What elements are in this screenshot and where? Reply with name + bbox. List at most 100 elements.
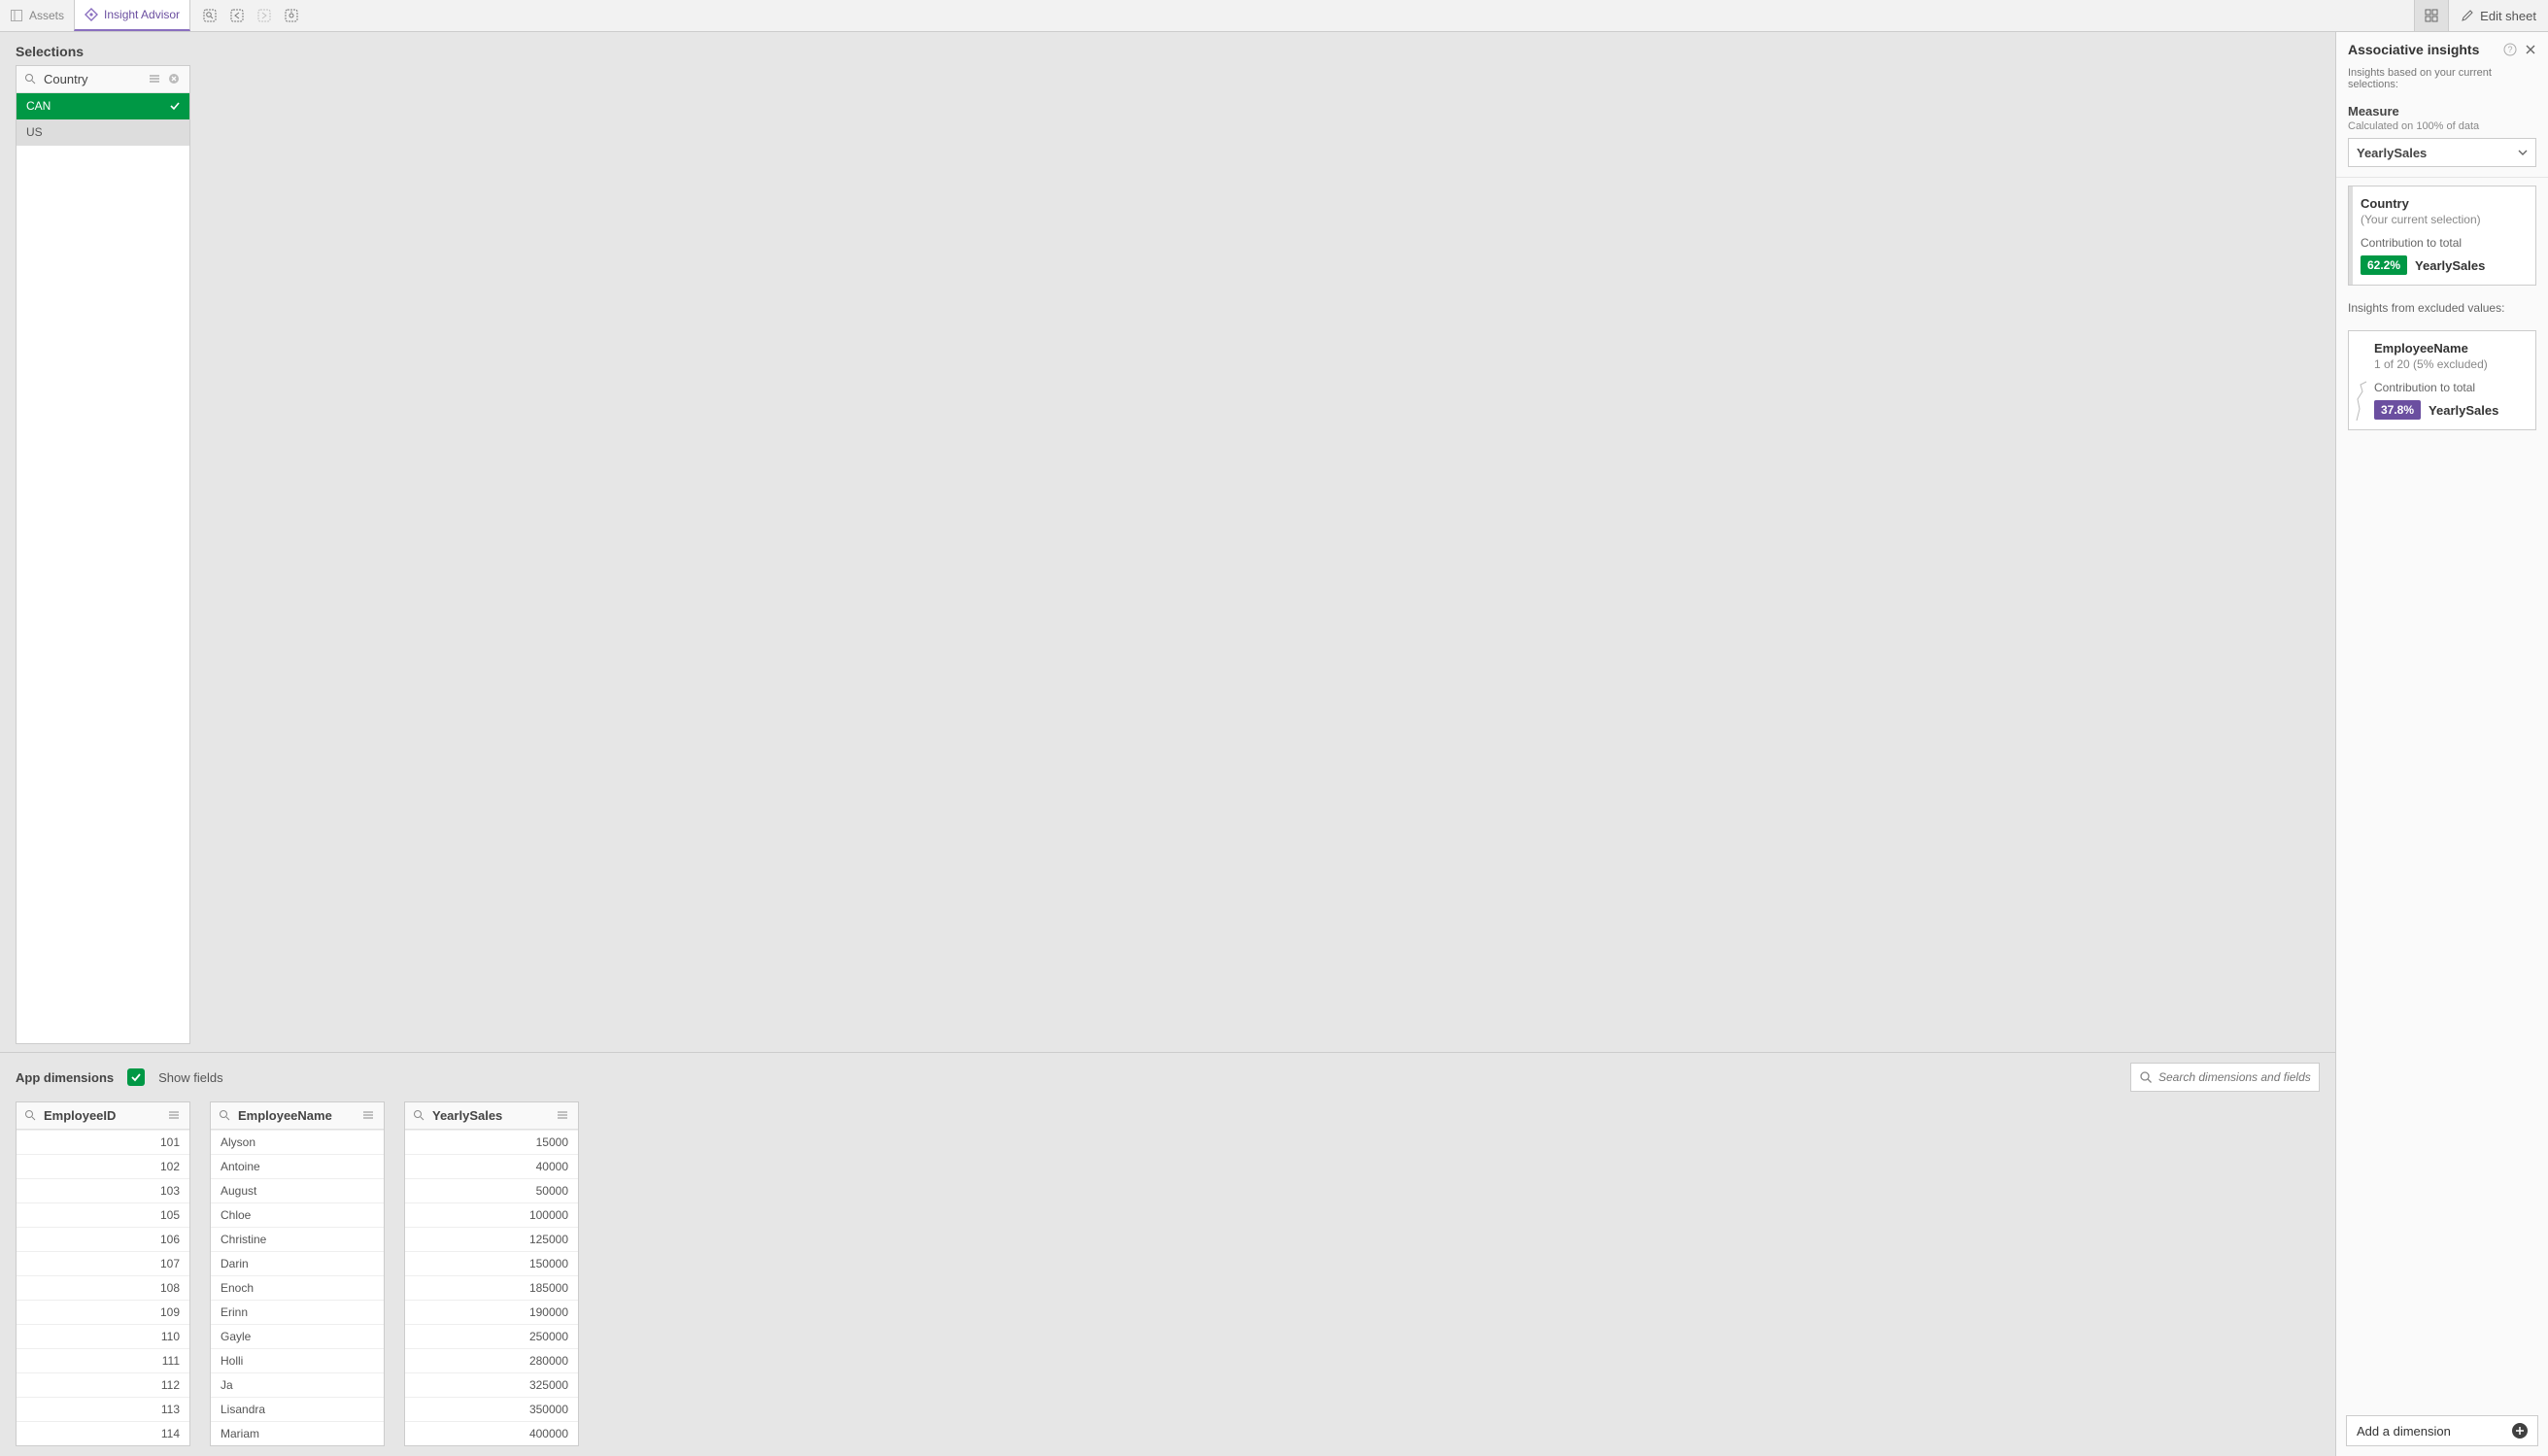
field-value[interactable]: 15000 xyxy=(405,1130,578,1154)
edit-sheet-label: Edit sheet xyxy=(2480,9,2536,23)
field-value[interactable]: 102 xyxy=(17,1154,189,1178)
field-value[interactable]: 325000 xyxy=(405,1372,578,1397)
field-value[interactable]: Chloe xyxy=(211,1202,384,1227)
measure-value: YearlySales xyxy=(2357,146,2427,160)
insight-card-selection[interactable]: Country (Your current selection) Contrib… xyxy=(2348,186,2536,286)
field-value[interactable]: August xyxy=(211,1178,384,1202)
field-value[interactable]: 185000 xyxy=(405,1275,578,1300)
filter-country: Country CANUS xyxy=(16,65,190,1044)
field-value[interactable]: Lisandra xyxy=(211,1397,384,1421)
search-icon xyxy=(2139,1070,2153,1084)
selections-title: Selections xyxy=(0,32,2335,65)
edit-sheet-button[interactable]: Edit sheet xyxy=(2448,0,2548,31)
field-value[interactable]: 400000 xyxy=(405,1421,578,1445)
field-value[interactable]: 101 xyxy=(17,1130,189,1154)
clear-filter-icon[interactable] xyxy=(168,73,182,86)
field-cards: EmployeeID 101102103105106107108109110111… xyxy=(0,1101,2335,1456)
insights-title: Associative insights xyxy=(2348,42,2496,57)
field-name: YearlySales xyxy=(432,1108,551,1123)
help-icon[interactable]: ? xyxy=(2503,43,2517,56)
grid-button[interactable] xyxy=(2414,0,2448,31)
field-value[interactable]: 109 xyxy=(17,1300,189,1324)
insight-advisor-label: Insight Advisor xyxy=(104,8,180,21)
field-value[interactable]: 106 xyxy=(17,1227,189,1251)
field-value[interactable]: 190000 xyxy=(405,1300,578,1324)
field-name: EmployeeID xyxy=(44,1108,162,1123)
contrib-measure: YearlySales xyxy=(2415,258,2485,273)
insights-subtitle: Insights based on your current selection… xyxy=(2336,67,2548,100)
list-icon[interactable] xyxy=(168,1109,182,1123)
insight-card-excluded[interactable]: EmployeeName 1 of 20 (5% excluded) Contr… xyxy=(2348,330,2536,430)
show-fields-label: Show fields xyxy=(158,1070,222,1085)
search-icon[interactable] xyxy=(24,73,38,86)
field-value[interactable]: 107 xyxy=(17,1251,189,1275)
field-name: EmployeeName xyxy=(238,1108,357,1123)
field-value[interactable]: 103 xyxy=(17,1178,189,1202)
smart-search-icon[interactable] xyxy=(200,6,220,25)
field-value[interactable]: Ja xyxy=(211,1372,384,1397)
measure-label: Measure xyxy=(2348,104,2536,119)
card-title: Country xyxy=(2361,196,2524,211)
list-icon[interactable] xyxy=(362,1109,376,1123)
measure-select[interactable]: YearlySales xyxy=(2348,138,2536,167)
list-icon[interactable] xyxy=(149,73,162,86)
grid-icon xyxy=(2425,9,2438,22)
field-value[interactable]: 108 xyxy=(17,1275,189,1300)
filter-value[interactable]: CAN xyxy=(17,93,189,119)
field-value[interactable]: 111 xyxy=(17,1348,189,1372)
field-value[interactable]: Alyson xyxy=(211,1130,384,1154)
search-icon[interactable] xyxy=(219,1109,232,1123)
field-value[interactable]: 280000 xyxy=(405,1348,578,1372)
field-value-list: 101102103105106107108109110111112113114 xyxy=(17,1130,189,1445)
step-back-icon[interactable] xyxy=(227,6,247,25)
search-icon[interactable] xyxy=(413,1109,426,1123)
field-value[interactable]: 112 xyxy=(17,1372,189,1397)
close-icon[interactable] xyxy=(2525,44,2536,55)
field-value[interactable]: 40000 xyxy=(405,1154,578,1178)
dimension-search-input[interactable] xyxy=(2158,1070,2311,1084)
measure-sublabel: Calculated on 100% of data xyxy=(2348,120,2536,132)
field-value[interactable]: Darin xyxy=(211,1251,384,1275)
field-card: EmployeeName AlysonAntoineAugustChloeChri… xyxy=(210,1101,385,1446)
field-value[interactable]: Holli xyxy=(211,1348,384,1372)
field-value-list: 1500040000500001000001250001500001850001… xyxy=(405,1130,578,1445)
plus-icon xyxy=(2512,1423,2528,1439)
field-value[interactable]: 105 xyxy=(17,1202,189,1227)
field-value[interactable]: 50000 xyxy=(405,1178,578,1202)
assets-label: Assets xyxy=(29,9,64,22)
insight-advisor-tab[interactable]: Insight Advisor xyxy=(74,0,190,31)
list-icon[interactable] xyxy=(557,1109,570,1123)
step-forward-icon[interactable] xyxy=(255,6,274,25)
field-value[interactable]: Christine xyxy=(211,1227,384,1251)
pencil-icon xyxy=(2461,9,2474,22)
assets-tab[interactable]: Assets xyxy=(0,0,74,31)
selection-tools xyxy=(190,6,311,25)
field-value[interactable]: 113 xyxy=(17,1397,189,1421)
field-value[interactable]: 114 xyxy=(17,1421,189,1445)
field-value[interactable]: Gayle xyxy=(211,1324,384,1348)
field-value[interactable]: 100000 xyxy=(405,1202,578,1227)
field-value[interactable]: 110 xyxy=(17,1324,189,1348)
field-value[interactable]: 125000 xyxy=(405,1227,578,1251)
card-sub: (Your current selection) xyxy=(2361,213,2524,226)
dimbar-title: App dimensions xyxy=(16,1070,114,1085)
svg-text:?: ? xyxy=(2507,45,2512,54)
chevron-down-icon xyxy=(2518,148,2528,157)
clear-selections-icon[interactable] xyxy=(282,6,301,25)
field-value[interactable]: Erinn xyxy=(211,1300,384,1324)
field-value[interactable]: Mariam xyxy=(211,1421,384,1445)
field-value[interactable]: Antoine xyxy=(211,1154,384,1178)
associative-insights-panel: Associative insights ? Insights based on… xyxy=(2335,32,2548,1456)
toolbar: Assets Insight Advisor xyxy=(0,0,2548,32)
add-dimension-button[interactable]: Add a dimension xyxy=(2346,1415,2538,1446)
dimension-search[interactable] xyxy=(2130,1063,2320,1092)
excluded-label: Insights from excluded values: xyxy=(2336,293,2548,322)
field-value[interactable]: 250000 xyxy=(405,1324,578,1348)
field-value[interactable]: 150000 xyxy=(405,1251,578,1275)
field-value[interactable]: 350000 xyxy=(405,1397,578,1421)
contrib-measure: YearlySales xyxy=(2429,403,2498,418)
search-icon[interactable] xyxy=(24,1109,38,1123)
field-value[interactable]: Enoch xyxy=(211,1275,384,1300)
show-fields-checkbox[interactable] xyxy=(127,1068,145,1086)
filter-value[interactable]: US xyxy=(17,119,189,146)
